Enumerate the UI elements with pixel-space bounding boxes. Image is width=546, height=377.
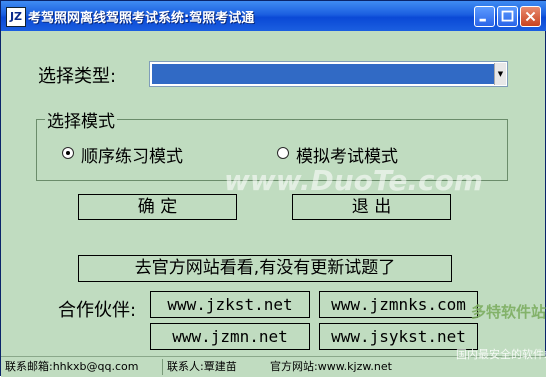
type-select-value[interactable]: [152, 64, 495, 84]
partner-link-jzmnks[interactable]: www.jzmnks.com: [319, 291, 478, 318]
radio-sequential-practice-label[interactable]: 顺序练习模式: [81, 142, 183, 167]
status-contact: 联系人:覃建苗: [167, 360, 237, 373]
close-button[interactable]: [520, 6, 541, 27]
partner-link-jzmn[interactable]: www.jzmn.net: [150, 323, 310, 350]
maximize-icon: [501, 10, 514, 22]
radio-mock-exam[interactable]: [277, 147, 289, 159]
watermark-slogan: 国内最安全的软件站: [456, 348, 546, 361]
watermark-brand: 多特软件站: [471, 303, 546, 321]
app-window: JZ 考驾照网离线驾照考试系统:驾照考试通 选择类型: ▼ 选择模式 顺序练习模…: [0, 0, 546, 377]
minimize-icon: [479, 18, 486, 22]
status-divider: [162, 359, 163, 375]
title-bar[interactable]: JZ 考驾照网离线驾照考试系统:驾照考试通: [1, 1, 546, 31]
type-label: 选择类型:: [38, 66, 117, 87]
app-icon[interactable]: JZ: [6, 7, 26, 27]
radio-sequential-practice[interactable]: [62, 147, 74, 159]
partner-link-jsykst[interactable]: www.jsykst.net: [319, 323, 478, 350]
mode-group-title: 选择模式: [45, 107, 117, 132]
partners-label: 合作伙伴:: [58, 300, 137, 321]
partner-link-jzkst[interactable]: www.jzkst.net: [150, 291, 310, 318]
window-title: 考驾照网离线驾照考试系统:驾照考试通: [28, 11, 255, 26]
type-select[interactable]: ▼: [149, 61, 508, 87]
ok-button[interactable]: 确 定: [78, 194, 237, 220]
check-updates-button[interactable]: 去官方网站看看,有没有更新试题了: [78, 255, 452, 282]
status-email: 联系邮箱:hhkxb@qq.com: [5, 360, 139, 373]
exit-button[interactable]: 退 出: [292, 194, 451, 220]
minimize-button[interactable]: [474, 6, 495, 27]
watermark-duote: www.DuoTe.com: [224, 164, 483, 197]
close-icon: [525, 11, 536, 22]
dropdown-arrow-icon[interactable]: ▼: [494, 63, 506, 85]
status-website: 官方网站:www.kjzw.net: [270, 360, 392, 373]
maximize-button[interactable]: [497, 6, 518, 27]
